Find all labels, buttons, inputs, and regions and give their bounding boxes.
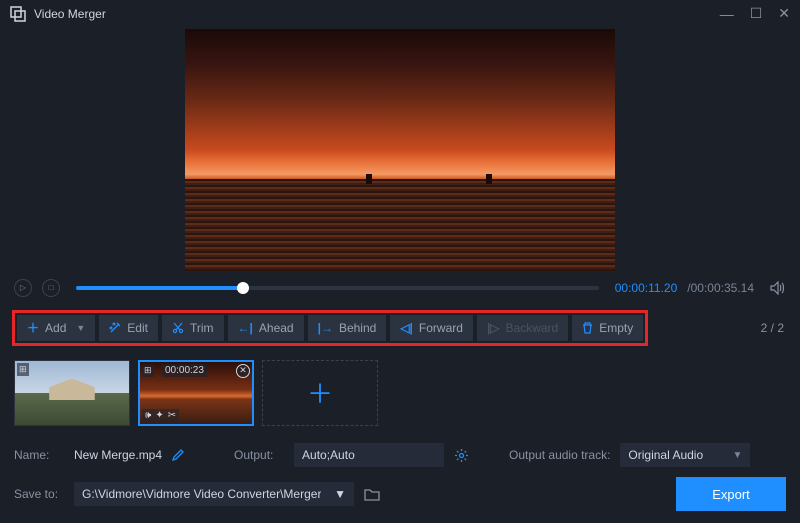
time-total: /00:00:35.14 (687, 281, 754, 295)
output-value: Auto;Auto (302, 448, 355, 462)
clip-item[interactable]: ⊞ 00:00:23 ✕ 🕪 ✦ ✂ (138, 360, 254, 426)
behind-icon: |→ (318, 321, 333, 335)
clip-duration: 00:00:23 (162, 364, 207, 377)
open-folder-button[interactable] (364, 488, 380, 501)
settings-button[interactable] (454, 448, 469, 463)
backward-button[interactable]: |▷Backward (477, 315, 568, 341)
plus-icon: ＋ (27, 319, 39, 336)
grid-icon: ⊞ (142, 364, 154, 377)
add-button[interactable]: ＋Add▼ (17, 315, 95, 341)
backward-icon: |▷ (487, 321, 500, 335)
trim-button[interactable]: Trim (162, 315, 224, 341)
volume-icon[interactable] (770, 281, 786, 295)
save-path-value: G:\Vidmore\Vidmore Video Converter\Merge… (82, 487, 321, 501)
preview-frame (185, 29, 615, 271)
remove-clip-button[interactable]: ✕ (236, 364, 250, 378)
chevron-down-icon: ▼ (733, 450, 743, 461)
playback-bar: ▷ □ 00:00:11.20/00:00:35.14 (0, 272, 800, 304)
grid-icon: ⊞ (17, 363, 29, 376)
audio-icon: 🕪 (145, 410, 151, 421)
wand-icon: ✦ (155, 410, 163, 421)
behind-button[interactable]: |→Behind (308, 315, 387, 341)
close-button[interactable]: ✕ (778, 5, 790, 22)
clip-list: ⊞ ⊞ 00:00:23 ✕ 🕪 ✦ ✂ ＋ (0, 352, 800, 435)
save-to-label: Save to: (14, 487, 64, 501)
edit-name-button[interactable] (172, 449, 184, 461)
clip-item[interactable]: ⊞ (14, 360, 130, 426)
name-label: Name: (14, 448, 64, 462)
chevron-down-icon: ▼ (76, 323, 85, 333)
maximize-button[interactable]: ☐ (750, 5, 763, 22)
seek-slider[interactable] (76, 286, 599, 290)
scissors-icon: ✂ (168, 410, 176, 421)
name-value: New Merge.mp4 (74, 448, 162, 462)
audio-track-label: Output audio track: (509, 448, 610, 462)
empty-button[interactable]: Empty (572, 315, 643, 341)
save-path-select[interactable]: G:\Vidmore\Vidmore Video Converter\Merge… (74, 482, 354, 506)
app-title: Video Merger (34, 7, 106, 21)
wand-icon (109, 322, 121, 334)
audio-track-value: Original Audio (628, 448, 703, 462)
output-select[interactable]: Auto;Auto (294, 443, 444, 467)
play-button[interactable]: ▷ (14, 279, 32, 297)
audio-track-select[interactable]: Original Audio ▼ (620, 443, 750, 467)
output-label: Output: (234, 448, 284, 462)
video-preview (0, 28, 800, 272)
minimize-button[interactable]: ― (720, 6, 734, 22)
forward-button[interactable]: ◁|Forward (390, 315, 473, 341)
ahead-button[interactable]: ←|Ahead (228, 315, 304, 341)
export-button[interactable]: Export (676, 477, 786, 511)
scissors-icon (172, 322, 184, 334)
edit-button[interactable]: Edit (99, 315, 158, 341)
stop-button[interactable]: □ (42, 279, 60, 297)
clip-badges: 🕪 ✦ ✂ (142, 409, 179, 422)
chevron-down-icon: ▼ (334, 487, 346, 501)
clip-counter: 2 / 2 (761, 321, 788, 335)
trash-icon (582, 322, 593, 334)
ahead-icon: ←| (238, 321, 253, 335)
add-clip-button[interactable]: ＋ (262, 360, 378, 426)
time-current: 00:00:11.20 (615, 281, 678, 295)
forward-icon: ◁| (400, 321, 413, 335)
title-bar: Video Merger ― ☐ ✕ (0, 0, 800, 28)
app-icon (10, 6, 26, 22)
clip-toolbar: ＋Add▼ Edit Trim ←|Ahead |→Behind ◁|Forwa… (12, 310, 648, 346)
